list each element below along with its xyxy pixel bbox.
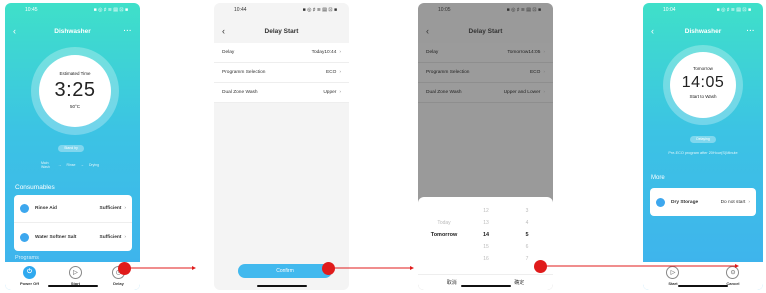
arrowhead-2 [410,266,414,270]
arrowhead-1 [192,266,196,270]
arrowhead-3 [735,264,739,268]
tap-marker-delay [118,262,131,275]
tap-marker-confirm [322,262,335,275]
tap-marker-ok [534,260,547,273]
flow-arrows [126,264,739,270]
